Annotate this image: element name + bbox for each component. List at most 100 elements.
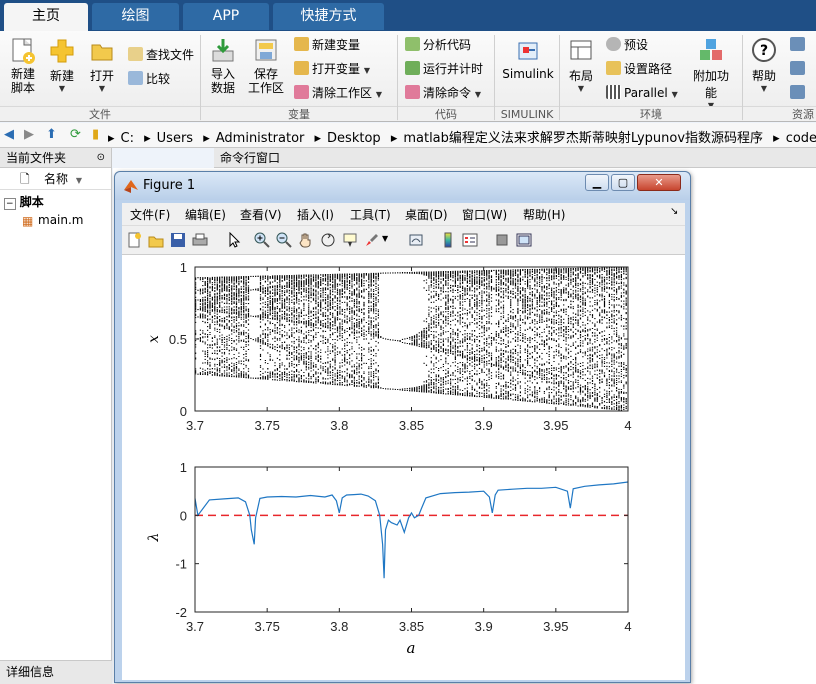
pointer-icon[interactable]: [226, 232, 242, 248]
community-button[interactable]: [790, 35, 808, 55]
open-variable-button[interactable]: 打开变量 ▼: [294, 59, 370, 79]
save-workspace-icon: [255, 39, 277, 61]
tab-home[interactable]: 主页: [4, 3, 88, 31]
x-tick-label: 3.7: [186, 418, 204, 433]
menu-file[interactable]: 文件(F): [130, 206, 170, 223]
print-icon[interactable]: [192, 232, 208, 248]
panel-menu-icon[interactable]: ⊙: [97, 148, 105, 168]
colorbar-icon[interactable]: [440, 232, 456, 248]
community-icon: [790, 37, 805, 51]
learn-icon: [790, 85, 805, 99]
parallel-button[interactable]: Parallel ▼: [606, 83, 678, 103]
figure-title: Figure 1: [143, 178, 196, 193]
clear-commands-button[interactable]: 清除命令 ▼: [405, 83, 481, 103]
minimize-button[interactable]: ▁: [585, 174, 609, 191]
layout-button[interactable]: 布局 ▼: [564, 37, 598, 93]
x-tick-label: 3.8: [330, 619, 348, 634]
chevron-down-icon[interactable]: ▼: [382, 234, 388, 243]
save-workspace-button[interactable]: 保存 工作区: [246, 37, 286, 95]
menu-window[interactable]: 窗口(W): [462, 206, 507, 223]
tab-plots[interactable]: 绘图: [92, 3, 179, 30]
breadcrumb-item[interactable]: Administrator: [216, 131, 305, 146]
new-label: 新建: [49, 69, 74, 83]
collapse-icon[interactable]: −: [4, 198, 16, 210]
link-plot-icon[interactable]: [408, 232, 424, 248]
save-icon[interactable]: [170, 232, 186, 248]
tree-folder-item[interactable]: − 脚本: [0, 193, 111, 211]
new-button[interactable]: 新建 ▼: [45, 37, 79, 93]
import-icon: [212, 39, 234, 62]
plot-svg: 3.7 3.75 3.8 3.85 3.9 3.95 4 00.51 x 3.7 3.75 3.…: [146, 260, 632, 657]
hide-plot-tools-icon[interactable]: [494, 232, 510, 248]
help-button[interactable]: ? 帮助 ▼: [748, 37, 780, 93]
zoom-out-icon[interactable]: [276, 232, 292, 248]
open-file-icon[interactable]: [148, 232, 164, 248]
brush-icon[interactable]: [364, 232, 380, 248]
run-and-time-button[interactable]: 运行并计时: [405, 59, 483, 79]
breadcrumb-item[interactable]: C:: [121, 131, 134, 146]
tab-apps[interactable]: APP: [183, 3, 269, 30]
learn-matlab-button[interactable]: [790, 83, 808, 103]
new-script-button[interactable]: 新建 脚本: [6, 37, 40, 95]
column-label: 名称: [44, 172, 69, 186]
sort-down-icon: ▼: [75, 176, 82, 185]
set-path-button[interactable]: 设置路径: [606, 59, 672, 79]
tree-file-item[interactable]: ▦ main.m: [0, 211, 111, 229]
chevron-down-icon: ▼: [577, 84, 585, 93]
new-variable-button[interactable]: 新建变量: [294, 35, 360, 55]
breadcrumb-item[interactable]: matlab编程定义法来求解罗杰斯蒂映射Lypunov指数源码程序: [403, 131, 763, 146]
bifurcation-axes[interactable]: 3.7 3.75 3.8 3.85 3.9 3.95 4 0 0.5 1 x: [146, 260, 632, 433]
browse-folder-icon[interactable]: ⟳: [70, 127, 81, 142]
layout-label: 布局: [568, 69, 593, 83]
open-button[interactable]: 打开 ▼: [85, 37, 119, 93]
maximize-button[interactable]: ▢: [611, 174, 635, 191]
analyze-code-button[interactable]: 分析代码: [405, 35, 471, 55]
dock-arrow-icon[interactable]: ↘: [670, 206, 678, 217]
clear-workspace-button[interactable]: 清除工作区 ▼: [294, 83, 382, 103]
tab-shortcuts[interactable]: 快捷方式: [273, 3, 384, 30]
rotate-3d-icon[interactable]: [320, 232, 336, 248]
pan-hand-icon[interactable]: [298, 232, 314, 248]
x-tick-labels: 3.7 3.75 3.8 3.85 3.9 3.95 4: [186, 467, 632, 634]
import-data-button[interactable]: 导入 数据: [206, 37, 240, 95]
lyapunov-axes[interactable]: 3.7 3.75 3.8 3.85 3.9 3.95 4 -2 -1 0 1 λ a: [146, 460, 632, 657]
preferences-button[interactable]: 预设: [606, 35, 648, 55]
data-cursor-icon[interactable]: [342, 232, 358, 248]
legend-icon[interactable]: [462, 232, 478, 248]
support-icon: [790, 61, 805, 75]
gear-icon: [606, 37, 621, 51]
panel-header: 当前文件夹 ⊙: [0, 148, 111, 168]
show-plot-tools-icon[interactable]: [516, 232, 532, 248]
x-tick-label: 3.9: [475, 418, 493, 433]
compare-button[interactable]: 比较: [128, 69, 170, 89]
forward-arrow-icon[interactable]: ▶: [24, 127, 34, 142]
up-folder-icon[interactable]: ⬆: [46, 127, 57, 142]
breadcrumb-item[interactable]: code: [786, 131, 816, 146]
request-support-button[interactable]: [790, 59, 808, 79]
folder-icon: ▮: [92, 127, 100, 142]
breadcrumb-item[interactable]: Desktop: [327, 131, 381, 146]
close-button[interactable]: ✕: [637, 174, 681, 191]
zoom-in-icon[interactable]: [254, 232, 270, 248]
new-script-label: 新建 脚本: [10, 67, 35, 95]
column-header-name[interactable]: 🗋 名称 ▼: [0, 168, 111, 190]
x-tick-label: 3.85: [399, 418, 424, 433]
details-bar[interactable]: 详细信息: [0, 660, 112, 684]
y-tick-label: -2: [175, 605, 187, 620]
find-files-button[interactable]: 查找文件: [128, 45, 194, 65]
open-label: 打开: [89, 69, 114, 83]
menu-desktop[interactable]: 桌面(D): [405, 206, 448, 223]
save-workspace-label: 保存 工作区: [247, 67, 284, 95]
menu-tools[interactable]: 工具(T): [350, 206, 391, 223]
menu-edit[interactable]: 编辑(E): [185, 206, 226, 223]
figure-title-bar[interactable]: Figure 1 ▁ ▢ ✕: [115, 172, 690, 200]
menu-help[interactable]: 帮助(H): [523, 206, 565, 223]
new-figure-icon[interactable]: [126, 232, 142, 248]
add-ons-button[interactable]: 附加功能 ▼: [688, 37, 734, 110]
menu-insert[interactable]: 插入(I): [297, 206, 334, 223]
back-arrow-icon[interactable]: ◀: [4, 127, 14, 142]
simulink-button[interactable]: Simulink: [500, 37, 556, 81]
breadcrumb[interactable]: ▸ C: ▸ Users ▸ Administrator ▸ Desktop ▸ matl…: [108, 127, 816, 146]
breadcrumb-item[interactable]: Users: [157, 131, 193, 146]
menu-view[interactable]: 查看(V): [240, 206, 282, 223]
